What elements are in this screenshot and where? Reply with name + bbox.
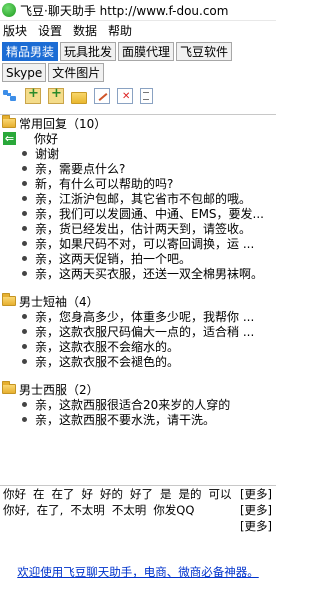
bullet-icon [22, 241, 27, 246]
bullet-icon [22, 211, 27, 216]
folder-icon [2, 381, 16, 394]
quick-phrase[interactable]: 好的 [100, 487, 123, 501]
quick-phrase[interactable]: 好了 [130, 487, 153, 501]
quick-phrase[interactable]: 在 [33, 487, 45, 501]
bullet-icon [22, 359, 27, 364]
bullet-icon [22, 166, 27, 171]
category-tabs: 精品男装 玩具批发 面膜代理 飞豆软件 Skype 文件图片 [0, 40, 276, 84]
quick-phrase[interactable]: 不太明 [112, 503, 147, 517]
quick-phrase[interactable]: 可以 [209, 487, 232, 501]
group-label: 男士短袖（4） [19, 294, 99, 309]
folder-icon[interactable] [71, 91, 87, 104]
toolbar [0, 85, 276, 107]
quick-phrase[interactable]: 是 [160, 487, 172, 501]
document-icon[interactable] [140, 88, 153, 104]
tab-files[interactable]: 文件图片 [48, 63, 105, 82]
bullet-icon [22, 344, 27, 349]
edit-icon[interactable] [94, 88, 110, 104]
list-item[interactable]: 亲，您身高多少，体重多少呢，我帮你 ... [0, 309, 276, 324]
bullet-icon [22, 314, 27, 319]
menu-item-settings[interactable]: 设置 [38, 22, 62, 39]
footer: 欢迎使用飞豆聊天助手，电商、微商必备神器。 [0, 564, 276, 580]
quick-phrase[interactable]: 在了 [52, 487, 75, 501]
quick-phrase-panel: 你好在在了好好的 好了是是的 可以 [更多] 你好, 在了, 不太明 不太明 你发QQ [更… [0, 486, 276, 534]
list-item[interactable]: 新，有什么可以帮助的吗? [0, 176, 276, 191]
quick-phrase[interactable]: 在了, [37, 503, 64, 517]
quick-phrase-row: 你好在在了好好的 好了是是的 可以 [更多] [0, 486, 276, 502]
bullet-icon [22, 271, 27, 276]
list-item[interactable]: 亲，这款衣服尺码偏大一点的，适合稍 ... [0, 324, 276, 339]
list-item[interactable]: 亲，这两天买衣服，还送一双全棉男袜啊。 [0, 266, 276, 281]
window-title: 飞豆·聊天助手 http://www.f-dou.com [20, 3, 229, 18]
menu-item-help[interactable]: 帮助 [108, 22, 132, 39]
list-item[interactable]: 亲，货已经发出，估计两天到，请签收。 [0, 221, 276, 236]
group-label: 男士西服（2） [19, 382, 99, 397]
group-header[interactable]: 男士短袖（4） [0, 293, 276, 309]
group-header[interactable]: 常用回复（10） [0, 115, 276, 131]
list-item[interactable]: 亲，江浙沪包邮，其它省市不包邮的哦。 [0, 191, 276, 206]
list-item[interactable]: 亲，这款衣服不会缩水的。 [0, 339, 276, 354]
list-item[interactable]: 亲，我们可以发圆通、中通、EMS，要发... [0, 206, 276, 221]
list-item[interactable]: 亲，这两天促销，拍一个吧。 [0, 251, 276, 266]
welcome-link[interactable]: 欢迎使用飞豆聊天助手，电商、微商必备神器。 [17, 565, 259, 579]
list-item[interactable]: 亲，这款西服很适合20来岁的人穿的 [0, 397, 276, 412]
quick-phrase[interactable]: 不太明 [70, 503, 105, 517]
more-link[interactable]: [更多] [240, 502, 272, 518]
tab-toys[interactable]: 玩具批发 [60, 42, 117, 61]
quick-phrase-row: [更多] [0, 518, 276, 534]
more-link[interactable]: [更多] [240, 518, 272, 534]
tab-software[interactable]: 飞豆软件 [176, 42, 233, 61]
bullet-icon [22, 402, 27, 407]
bullet-icon [22, 226, 27, 231]
tab-menswear[interactable]: 精品男装 [2, 42, 59, 61]
menu-item-sections[interactable]: 版块 [3, 22, 27, 39]
list-item[interactable]: 亲，如果尺码不对，可以寄回调换，运 ... [0, 236, 276, 251]
bullet-icon [22, 151, 27, 156]
bullet-icon [22, 181, 27, 186]
add-group-icon[interactable] [48, 86, 64, 104]
arrow-left-icon: ⇐ [3, 132, 16, 145]
menu-bar: 版块 设置 数据 帮助 [0, 21, 276, 40]
more-link[interactable]: [更多] [240, 486, 272, 502]
list-item[interactable]: 亲，需要点什么? [0, 161, 276, 176]
delete-icon[interactable] [117, 88, 133, 104]
tree-icon[interactable] [2, 88, 18, 104]
title-bar: 飞豆·聊天助手 http://www.f-dou.com [0, 0, 276, 21]
quick-phrase[interactable]: 你好 [3, 487, 26, 501]
bullet-icon [22, 329, 27, 334]
tab-facemask[interactable]: 面膜代理 [118, 42, 175, 61]
bullet-icon [22, 256, 27, 261]
quick-phrase[interactable]: 你发QQ [153, 503, 194, 517]
quick-phrase-row: 你好, 在了, 不太明 不太明 你发QQ [更多] [0, 502, 276, 518]
folder-icon [2, 115, 16, 128]
list-item[interactable]: 亲，这款西服不要水洗，请干洗。 [0, 412, 276, 427]
bullet-icon [22, 196, 27, 201]
group-header[interactable]: 男士西服（2） [0, 381, 276, 397]
add-item-icon[interactable] [25, 86, 41, 104]
tab-skype[interactable]: Skype [2, 63, 47, 82]
menu-item-data[interactable]: 数据 [73, 22, 97, 39]
quick-phrase[interactable]: 是的 [179, 487, 202, 501]
list-item[interactable]: 谢谢 [0, 146, 276, 161]
group-label: 常用回复（10） [19, 116, 107, 131]
quick-phrase[interactable]: 好 [82, 487, 94, 501]
bullet-icon [22, 417, 27, 422]
folder-icon [2, 293, 16, 306]
app-logo-icon [2, 3, 16, 17]
quick-phrase[interactable]: 你好, [3, 503, 30, 517]
list-item[interactable]: ⇐ 你好 [0, 131, 276, 146]
reply-list: 常用回复（10） ⇐ 你好 谢谢 亲，需要点什么? 新，有什么可以帮助的吗? 亲… [0, 114, 276, 486]
list-item[interactable]: 亲，这款衣服不会褪色的。 [0, 354, 276, 369]
